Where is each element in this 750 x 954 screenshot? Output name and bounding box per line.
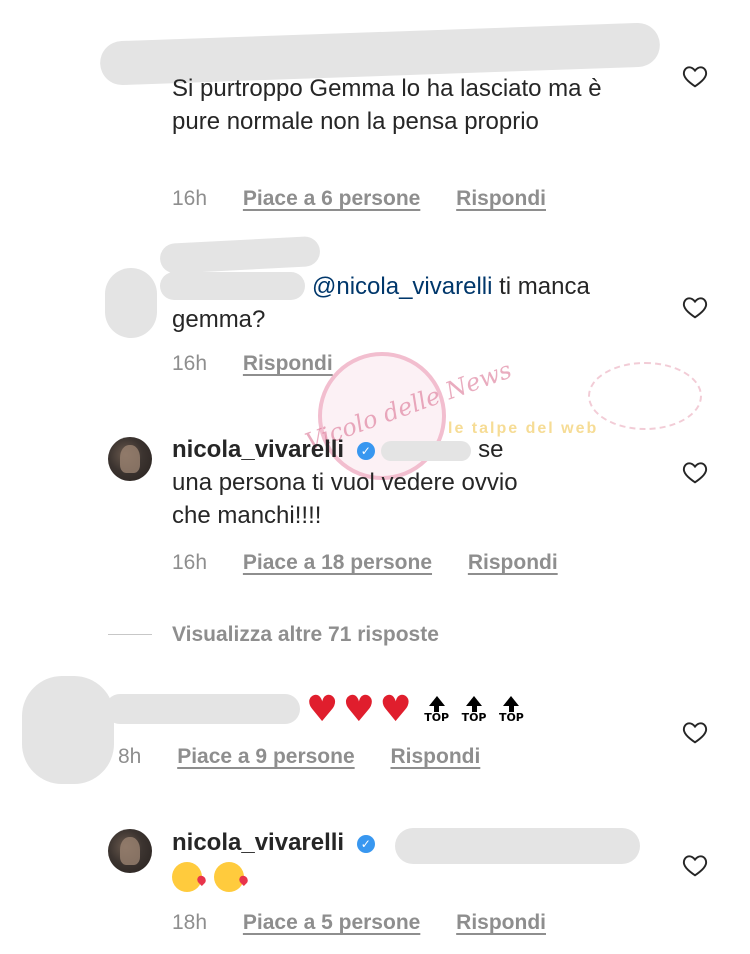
comment-3-text: nicola_vivarelli ✓ se una persona ti vuo… xyxy=(172,433,642,532)
watermark-cartoon xyxy=(588,362,702,430)
like-heart-icon[interactable] xyxy=(682,853,708,877)
redacted-username-scribble xyxy=(105,694,300,724)
comment-2-meta: 16h Rispondi xyxy=(172,352,333,376)
comment-5-time: 18h xyxy=(172,911,208,934)
comment-3-meta: 16h Piace a 18 persone Rispondi xyxy=(172,551,558,575)
comment-3-body-2: una persona ti vuol vedere ovvio xyxy=(172,469,518,496)
comment-2-time: 16h xyxy=(172,352,208,375)
mention-link[interactable]: @nicola_vivarelli xyxy=(312,273,492,300)
comment-4-time: 8h xyxy=(118,745,142,768)
comment-5-meta: 18h Piace a 5 persone Rispondi xyxy=(172,911,546,935)
comment-2-text: @nicola_vivarelli ti manca gemma? xyxy=(172,270,652,336)
red-heart-emoji: ♥ xyxy=(306,689,339,730)
comment-3-likes-link[interactable]: Piace a 18 persone xyxy=(243,551,432,574)
comment-1-time: 16h xyxy=(172,187,208,210)
like-heart-icon[interactable] xyxy=(682,64,708,88)
comment-2-reply-link[interactable]: Rispondi xyxy=(243,352,333,375)
comment-5-likes-link[interactable]: Piace a 5 persone xyxy=(243,911,420,934)
verified-badge-icon: ✓ xyxy=(356,441,375,460)
comment-3-body-1: se xyxy=(478,436,504,463)
comment-3-reply-link[interactable]: Rispondi xyxy=(468,551,558,574)
red-heart-emoji: ♥ xyxy=(379,689,412,730)
redacted-avatar-scribble xyxy=(22,676,114,784)
top-arrow-icon: TOP xyxy=(499,696,524,724)
verified-badge-icon: ✓ xyxy=(356,834,375,853)
comment-3-time: 16h xyxy=(172,551,208,574)
like-heart-icon[interactable] xyxy=(682,460,708,484)
comment-5-text xyxy=(172,862,252,892)
comment-4-text: ♥ ♥ ♥ TOP TOP TOP xyxy=(306,692,524,728)
kiss-emoji xyxy=(172,862,202,892)
comment-1-reply-link[interactable]: Rispondi xyxy=(456,187,546,210)
comment-1-meta: 16h Piace a 6 persone Rispondi xyxy=(172,187,546,211)
kiss-emoji xyxy=(214,862,245,892)
comment-3-body-3: che manchi!!!! xyxy=(172,502,322,529)
top-arrow-icon: TOP xyxy=(462,696,487,724)
view-more-divider xyxy=(108,634,152,635)
redacted-mention-scribble xyxy=(381,440,472,461)
like-heart-icon[interactable] xyxy=(682,720,708,744)
view-more-replies-button[interactable]: Visualizza altre 71 risposte xyxy=(172,623,439,647)
comment-4-reply-link[interactable]: Rispondi xyxy=(390,745,480,768)
avatar[interactable] xyxy=(108,829,152,873)
like-heart-icon[interactable] xyxy=(682,295,708,319)
top-arrow-icon: TOP xyxy=(424,696,449,724)
username-link[interactable]: nicola_vivarelli xyxy=(172,829,344,856)
avatar[interactable] xyxy=(108,437,152,481)
comment-1-likes-link[interactable]: Piace a 6 persone xyxy=(243,187,420,210)
comment-5-header: nicola_vivarelli ✓ xyxy=(172,826,375,859)
redacted-mention-scribble xyxy=(395,828,640,864)
comment-4-meta: 8h Piace a 9 persone Rispondi xyxy=(118,745,480,769)
redacted-avatar-scribble xyxy=(105,268,157,338)
redacted-username-scribble xyxy=(159,235,321,275)
comment-4-likes-link[interactable]: Piace a 9 persone xyxy=(177,745,354,768)
comment-1-text: Si purtroppo Gemma lo ha lasciato ma è p… xyxy=(172,75,602,135)
red-heart-emoji: ♥ xyxy=(342,689,376,730)
comment-5-reply-link[interactable]: Rispondi xyxy=(456,911,546,934)
username-link[interactable]: nicola_vivarelli xyxy=(172,436,344,463)
